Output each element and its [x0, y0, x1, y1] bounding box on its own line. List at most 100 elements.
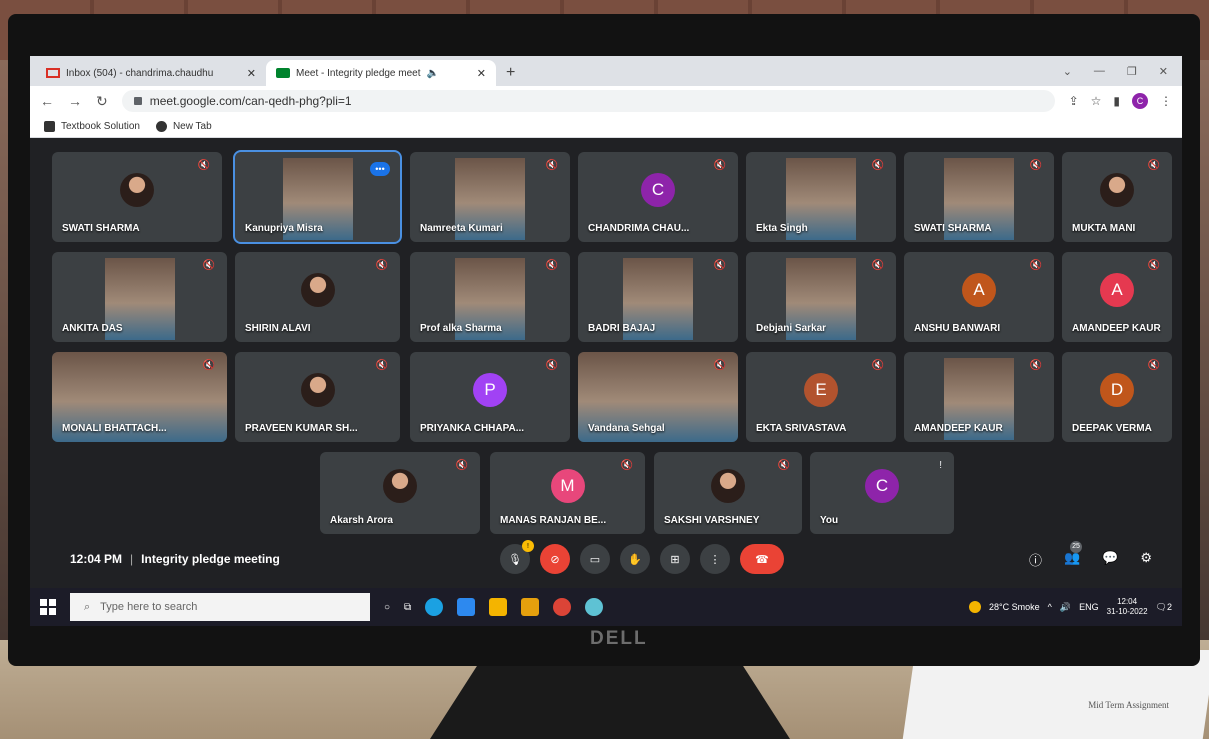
participant-tile[interactable]: 🔇 SWATI SHARMA	[52, 152, 222, 242]
participant-name: Vandana Sehgal	[588, 423, 665, 434]
cortana-icon[interactable]: ○	[384, 602, 390, 613]
start-button[interactable]	[40, 599, 56, 615]
muted-mic-icon: 🔇	[545, 260, 558, 271]
participant-tile[interactable]: E 🔇 EKTA SRIVASTAVA	[746, 352, 896, 442]
clock[interactable]: 12:04 31-10-2022	[1107, 597, 1148, 617]
menu-icon[interactable]: ⋮	[1160, 94, 1172, 108]
participant-name: BADRI BAJAJ	[588, 323, 656, 334]
volume-icon[interactable]: 🔊	[1060, 602, 1071, 613]
participant-tile[interactable]: 🔇 Namreeta Kumari	[410, 152, 570, 242]
participant-tile[interactable]: 🔇 AMANDEEP KAUR	[904, 352, 1054, 442]
sidebar-icon[interactable]: ▮	[1113, 94, 1120, 108]
bookmark-textbook-solution[interactable]: Textbook Solution	[44, 121, 140, 132]
participant-tile[interactable]: 🔇 SAKSHI VARSHNEY	[654, 452, 802, 534]
chevron-down-icon[interactable]: ⌄	[1063, 65, 1072, 78]
participant-tile[interactable]: A 🔇 AMANDEEP KAUR	[1062, 252, 1172, 342]
store-icon[interactable]	[457, 598, 476, 616]
chrome-icon[interactable]	[553, 598, 572, 616]
file-explorer-icon[interactable]	[489, 598, 508, 616]
participant-avatar: A	[962, 272, 996, 307]
tab-gmail[interactable]: Inbox (504) - chandrima.chaudhu ✕	[36, 60, 266, 86]
profile-avatar[interactable]: C	[1132, 93, 1148, 109]
participant-tile[interactable]: ••• Kanupriya Misra	[233, 150, 402, 244]
forward-icon[interactable]: →	[68, 93, 82, 109]
more-options-icon[interactable]: •••	[370, 162, 390, 176]
minimize-button[interactable]: —	[1094, 65, 1105, 78]
chat-icon[interactable]: 💬	[1102, 550, 1118, 569]
back-icon[interactable]: ←	[40, 93, 54, 109]
mic-button[interactable]: 🎙!	[500, 540, 534, 574]
participant-tile[interactable]: 🔇 Prof alka Sharma	[410, 252, 570, 342]
reload-icon[interactable]: ↻	[96, 93, 108, 110]
close-window-button[interactable]: ✕	[1159, 65, 1168, 78]
address-bar[interactable]: meet.google.com/can-qedh-phg?pli=1	[121, 90, 1055, 112]
weather-text[interactable]: 28°C Smoke	[989, 602, 1040, 612]
taskbar-search[interactable]: ⌕ Type here to search	[70, 593, 370, 621]
captions-button[interactable]: ▭	[580, 544, 610, 574]
task-view-icon[interactable]: ⧉	[404, 602, 411, 613]
participant-name: MONALI BHATTACH...	[62, 423, 167, 434]
participant-tile[interactable]: M 🔇 MANAS RANJAN BE...	[490, 452, 645, 534]
meet-icon	[276, 68, 290, 78]
bookmark-new-tab[interactable]: New Tab	[155, 121, 212, 132]
monitor-stand	[430, 655, 790, 739]
shopping-bag-icon[interactable]	[521, 598, 540, 616]
system-tray: 28°C Smoke ^ 🔊 ENG 12:04 31-10-2022 🗨2	[969, 597, 1172, 617]
participant-tile[interactable]: 🔇 MUKTA MANI	[1062, 152, 1172, 242]
participant-tile[interactable]: 🔇 SHIRIN ALAVI	[235, 252, 400, 342]
participant-tile[interactable]: C! You	[810, 452, 954, 534]
bookmarks-bar: Textbook Solution New Tab	[30, 116, 1182, 138]
muted-mic-icon: 🔇	[202, 260, 215, 271]
camera-off-button[interactable]: ⊘	[540, 544, 570, 574]
close-icon[interactable]: ✕	[477, 67, 486, 80]
participant-name: Akarsh Arora	[330, 515, 393, 526]
participant-tile[interactable]: 🔇 Akarsh Arora	[320, 452, 480, 534]
muted-mic-icon: 🔇	[455, 460, 468, 471]
tab-meet[interactable]: Meet - Integrity pledge meet 🔈 ✕	[266, 60, 496, 86]
notification-count: 2	[1166, 601, 1172, 612]
raise-hand-button[interactable]: ✋	[620, 544, 650, 574]
participant-name: Debjani Sarkar	[756, 323, 827, 334]
present-button[interactable]: ⊞	[660, 544, 690, 574]
app-icon[interactable]	[585, 598, 604, 616]
participant-tile[interactable]: 🔇 Debjani Sarkar	[746, 252, 896, 342]
people-count: 25	[1069, 540, 1082, 553]
share-icon[interactable]: ⇪	[1069, 94, 1079, 108]
participant-tile[interactable]: P 🔇 PRIYANKA CHHAPA...	[410, 352, 570, 442]
meeting-time: 12:04 PM	[70, 552, 123, 566]
muted-mic-icon: 🔇	[713, 360, 726, 371]
language-indicator[interactable]: ENG	[1079, 602, 1099, 612]
participant-tile[interactable]: A 🔇 ANSHU BANWARI	[904, 252, 1054, 342]
participant-name: You	[820, 515, 839, 526]
close-icon[interactable]: ✕	[247, 67, 256, 80]
participant-tile[interactable]: 🔇 ANKITA DAS	[52, 252, 227, 342]
participant-tile[interactable]: 🔇 BADRI BAJAJ	[578, 252, 738, 342]
activities-icon[interactable]: ⚙	[1140, 550, 1152, 569]
bookmark-label: Textbook Solution	[61, 121, 140, 132]
notification-icon[interactable]: 🗨2	[1156, 602, 1172, 613]
participant-tile[interactable]: D 🔇 DEEPAK VERMA	[1062, 352, 1172, 442]
muted-mic-icon: 🔇	[1147, 160, 1160, 171]
muted-mic-icon: 🔇	[871, 260, 884, 271]
monitor-brand-logo: DELL	[590, 628, 648, 649]
more-options-button[interactable]: ⋮	[700, 544, 730, 574]
muted-mic-icon: 🔇	[375, 260, 388, 271]
tab-title: Inbox (504) - chandrima.chaudhu	[66, 67, 214, 79]
new-tab-button[interactable]: +	[496, 64, 525, 86]
people-icon[interactable]: 👥 25	[1064, 540, 1082, 569]
participant-tile[interactable]: 🔇 PRAVEEN KUMAR SH...	[235, 352, 400, 442]
participant-tile[interactable]: 🔇 Vandana Sehgal	[578, 352, 738, 442]
edge-icon[interactable]	[425, 598, 444, 616]
tab-title: Meet - Integrity pledge meet	[296, 67, 421, 79]
leave-call-button[interactable]: ☎	[740, 544, 784, 574]
search-icon: ⌕	[84, 600, 91, 613]
maximize-button[interactable]: ❐	[1127, 65, 1137, 78]
participant-tile[interactable]: 🔇 Ekta Singh	[746, 152, 896, 242]
chevron-up-icon[interactable]: ^	[1048, 602, 1052, 612]
participant-tile[interactable]: C 🔇 CHANDRIMA CHAU...	[578, 152, 738, 242]
participant-tile[interactable]: 🔇 SWATI SHARMA	[904, 152, 1054, 242]
participant-name: SAKSHI VARSHNEY	[664, 515, 760, 526]
star-icon[interactable]: ☆	[1091, 94, 1102, 108]
info-icon[interactable]: ⓘ	[1029, 550, 1042, 569]
participant-tile[interactable]: 🔇 MONALI BHATTACH...	[52, 352, 227, 442]
